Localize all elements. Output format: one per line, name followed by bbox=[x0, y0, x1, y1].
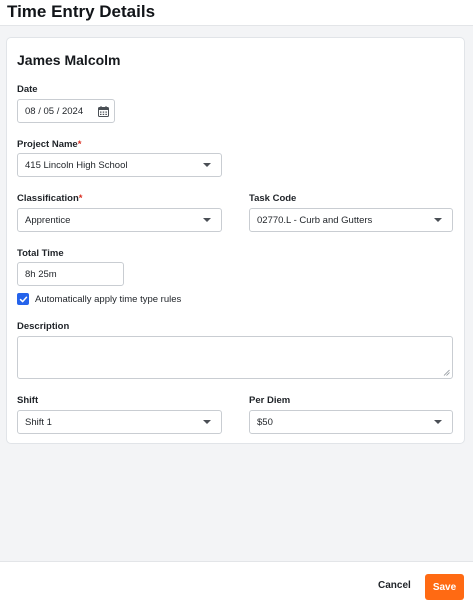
per-diem-value: $50 bbox=[257, 416, 273, 428]
chevron-down-icon bbox=[203, 218, 211, 222]
classification-label: Classification* bbox=[17, 193, 83, 204]
shift-label: Shift bbox=[17, 395, 39, 406]
total-time-value: 8h 25m bbox=[25, 268, 57, 280]
chevron-down-icon bbox=[203, 420, 211, 424]
total-time-input[interactable]: 8h 25m bbox=[17, 262, 124, 286]
footer-bar: Cancel Save bbox=[0, 561, 473, 600]
required-mark: * bbox=[77, 139, 82, 150]
description-label: Description bbox=[17, 321, 70, 332]
date-value: 08 / 05 / 2024 bbox=[25, 105, 84, 117]
page-header: Time Entry Details bbox=[0, 0, 473, 26]
date-field[interactable]: 08 / 05 / 2024 bbox=[17, 99, 115, 123]
auto-rules-label: Automatically apply time type rules bbox=[35, 293, 182, 305]
required-mark: * bbox=[78, 193, 83, 204]
resize-grip-icon[interactable] bbox=[443, 369, 450, 376]
per-diem-select[interactable]: $50 bbox=[249, 410, 453, 434]
chevron-down-icon bbox=[434, 420, 442, 424]
chevron-down-icon bbox=[434, 218, 442, 222]
project-value: 415 Lincoln High School bbox=[25, 159, 128, 171]
total-time-label: Total Time bbox=[17, 248, 64, 259]
check-icon bbox=[19, 296, 27, 302]
classification-value: Apprentice bbox=[25, 214, 71, 226]
calendar-icon[interactable] bbox=[98, 105, 109, 117]
task-code-value: 02770.L - Curb and Gutters bbox=[257, 214, 373, 226]
project-select[interactable]: 415 Lincoln High School bbox=[17, 153, 222, 177]
per-diem-label: Per Diem bbox=[249, 395, 291, 406]
page-title: Time Entry Details bbox=[7, 2, 156, 21]
task-code-label: Task Code bbox=[249, 193, 297, 204]
date-label: Date bbox=[17, 84, 38, 95]
auto-rules-row[interactable]: Automatically apply time type rules bbox=[17, 293, 181, 305]
employee-name: James Malcolm bbox=[17, 52, 121, 68]
task-code-select[interactable]: 02770.L - Curb and Gutters bbox=[249, 208, 453, 232]
description-textarea[interactable] bbox=[17, 336, 453, 379]
save-button[interactable]: Save bbox=[425, 574, 464, 600]
time-entry-card: James Malcolm Date 08 / 05 / 2024 Projec… bbox=[6, 37, 465, 444]
shift-select[interactable]: Shift 1 bbox=[17, 410, 222, 434]
auto-rules-checkbox[interactable] bbox=[17, 293, 29, 305]
project-label: Project Name* bbox=[17, 139, 82, 150]
shift-value: Shift 1 bbox=[25, 416, 52, 428]
cancel-button[interactable]: Cancel bbox=[372, 574, 417, 596]
chevron-down-icon bbox=[203, 163, 211, 167]
classification-select[interactable]: Apprentice bbox=[17, 208, 222, 232]
